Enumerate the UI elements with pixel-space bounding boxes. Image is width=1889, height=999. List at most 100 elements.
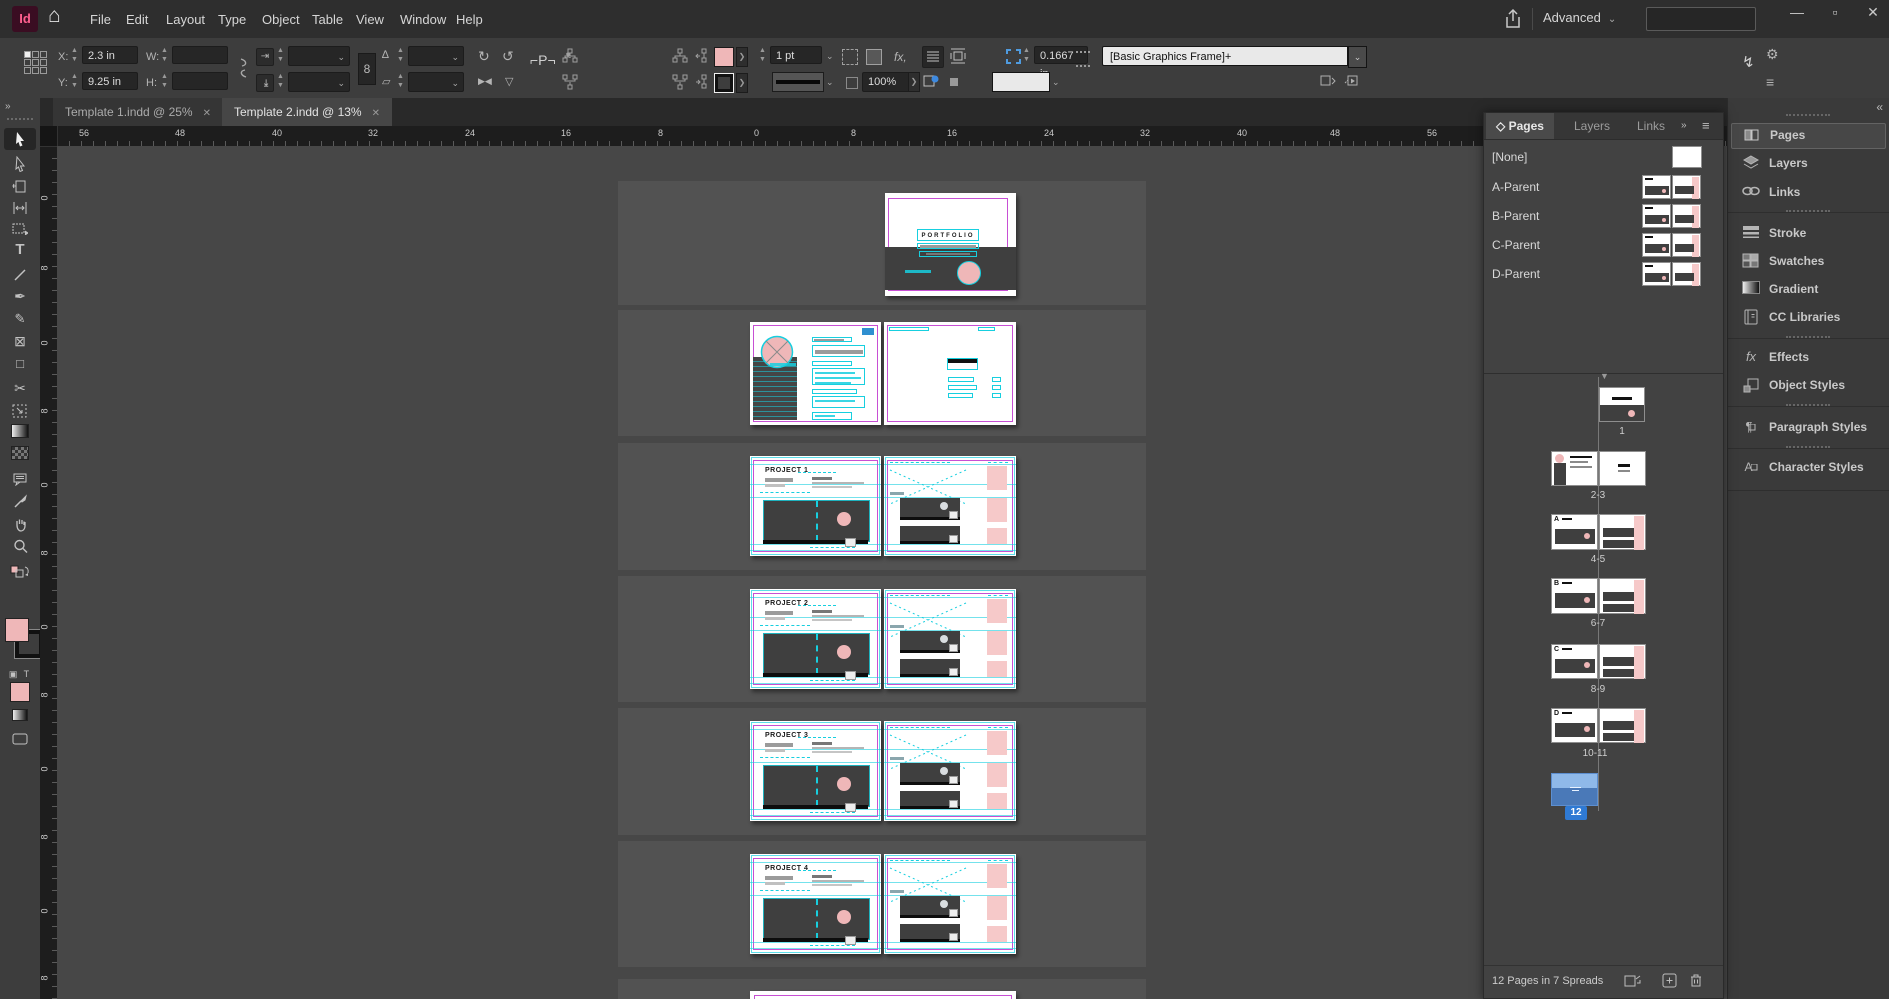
scale-x-dropdown[interactable]: ⌄ bbox=[288, 46, 350, 66]
parent-row-d[interactable]: D-Parent bbox=[1484, 260, 1723, 289]
zoom-tool[interactable] bbox=[4, 535, 36, 555]
pen-tool[interactable]: ✒ bbox=[4, 286, 36, 306]
page-thumb-7[interactable]: B bbox=[1599, 578, 1646, 614]
h-field[interactable] bbox=[172, 72, 228, 90]
opacity-expander[interactable]: ❯ bbox=[908, 72, 920, 92]
x-spinner[interactable]: ▲▼ bbox=[70, 46, 79, 64]
doc-tab-template1[interactable]: Template 1.indd @ 25%✕ bbox=[53, 98, 223, 126]
spread-label-4-5[interactable]: 4-5 bbox=[1550, 554, 1646, 565]
tab-pages[interactable]: ◇ Pages bbox=[1486, 113, 1554, 139]
spread-label-10-11[interactable]: 10-11 bbox=[1547, 748, 1643, 759]
menu-view[interactable]: View bbox=[350, 10, 390, 29]
object-style-chevron[interactable]: ⌄ bbox=[1348, 46, 1367, 68]
hand-tool[interactable] bbox=[4, 513, 36, 533]
panel-collapse-icon[interactable]: » bbox=[1681, 113, 1686, 139]
corner-options-icon[interactable] bbox=[842, 49, 858, 65]
rotate-ccw-icon[interactable]: ↺ bbox=[502, 48, 514, 65]
swatch-preview-chevron[interactable]: ⌄ bbox=[1052, 77, 1060, 88]
rotation-dropdown[interactable]: ⌄ bbox=[408, 46, 464, 66]
type-tool[interactable]: T bbox=[4, 240, 36, 260]
spread-label-6-7[interactable]: 6-7 bbox=[1550, 618, 1646, 629]
h-spinner[interactable]: ▲▼ bbox=[160, 72, 169, 90]
flip-horizontal-icon[interactable]: ▶◀ bbox=[478, 76, 492, 87]
direct-selection-tool[interactable] bbox=[4, 153, 36, 173]
edit-page-size-icon[interactable] bbox=[1624, 973, 1642, 993]
panel-menu-icon[interactable]: ≡ bbox=[1702, 113, 1710, 139]
dock-item-gradient[interactable]: Gradient bbox=[1731, 278, 1884, 302]
free-transform-tool[interactable] bbox=[4, 400, 36, 420]
opacity-dropdown[interactable]: 100% bbox=[862, 72, 913, 92]
align-tree-icon-top[interactable] bbox=[562, 48, 578, 69]
project-right-page[interactable] bbox=[884, 589, 1016, 689]
dock-item-paragraph-styles[interactable]: ¶ Paragraph Styles bbox=[1731, 416, 1884, 440]
w-field[interactable] bbox=[172, 46, 228, 64]
search-input[interactable] bbox=[1646, 7, 1756, 31]
page-thumb-2[interactable] bbox=[1551, 451, 1598, 486]
dotted-grid-icon[interactable] bbox=[1076, 51, 1090, 67]
parent-row-none[interactable]: [None] bbox=[1484, 143, 1723, 172]
fill-frame-icon[interactable] bbox=[1344, 74, 1360, 88]
toolbar-grip[interactable] bbox=[7, 118, 33, 124]
gradient-swatch-tool[interactable] bbox=[4, 423, 36, 443]
parent-row-c[interactable]: C-Parent bbox=[1484, 231, 1723, 260]
toolbar-expand-icon[interactable]: » bbox=[5, 101, 10, 112]
rotate-cw-icon[interactable]: ↻ bbox=[478, 48, 490, 65]
page-thumb-10[interactable]: D bbox=[1551, 708, 1598, 743]
menu-file[interactable]: File bbox=[84, 10, 117, 29]
page-thumb-3[interactable] bbox=[1599, 451, 1646, 486]
document-canvas[interactable]: PORTFOLIO bbox=[57, 146, 1727, 999]
page-thumb-4[interactable]: A bbox=[1551, 514, 1598, 550]
screen-mode-button[interactable] bbox=[4, 728, 36, 748]
spread-label-2-3[interactable]: 2-3 bbox=[1550, 490, 1646, 501]
frame-tool[interactable]: ⊠ bbox=[4, 331, 36, 351]
dock-item-object-styles[interactable]: Object Styles bbox=[1731, 374, 1884, 398]
menu-type[interactable]: Type bbox=[212, 10, 252, 29]
page-thumb-8[interactable]: C bbox=[1551, 644, 1598, 679]
page-3[interactable] bbox=[884, 322, 1016, 425]
fill-stroke-swatches[interactable] bbox=[5, 618, 35, 656]
align-tree-icon-bottom[interactable] bbox=[562, 74, 578, 95]
scissors-tool[interactable]: ✂ bbox=[4, 378, 36, 398]
stroke-weight-chevron[interactable]: ⌄ bbox=[826, 51, 834, 62]
distribute-tree-icon-bottom[interactable] bbox=[672, 74, 688, 95]
auto-fit-icon[interactable] bbox=[1006, 49, 1021, 64]
dock-grip[interactable] bbox=[1786, 114, 1830, 119]
dock-grip[interactable] bbox=[1786, 404, 1830, 409]
w-spinner[interactable]: ▲▼ bbox=[160, 46, 169, 64]
spread-label-8-9[interactable]: 8-9 bbox=[1550, 684, 1646, 695]
menu-help[interactable]: Help bbox=[450, 10, 489, 29]
dock-item-effects[interactable]: fx Effects bbox=[1731, 346, 1884, 370]
redistribute-icon-bottom[interactable] bbox=[694, 74, 712, 95]
page-tool[interactable] bbox=[4, 175, 36, 195]
dock-item-cc-libraries[interactable]: CC Libraries bbox=[1731, 306, 1884, 330]
fill-swatch[interactable] bbox=[5, 618, 29, 642]
menu-edit[interactable]: Edit bbox=[120, 10, 154, 29]
scale-y-spinner[interactable]: ▲▼ bbox=[276, 72, 285, 90]
window-close-button[interactable]: ✕ bbox=[1858, 4, 1888, 21]
effects-fx-icon[interactable]: fx, bbox=[894, 50, 907, 64]
share-icon[interactable] bbox=[1503, 8, 1523, 35]
apply-color-button[interactable] bbox=[10, 682, 30, 702]
project-left-page[interactable]: PROJECT 2 bbox=[750, 589, 881, 689]
object-style-dropdown[interactable]: [Basic Graphics Frame]+ bbox=[1102, 46, 1348, 66]
stroke-type-dropdown[interactable] bbox=[772, 72, 824, 92]
redistribute-icon-top[interactable] bbox=[694, 48, 712, 69]
selection-tool[interactable] bbox=[4, 128, 36, 150]
vertical-ruler[interactable]: 080808080808 bbox=[40, 146, 57, 999]
dock-grip[interactable] bbox=[1786, 446, 1830, 451]
page-thumb-6[interactable]: B bbox=[1551, 578, 1598, 614]
dock-item-character-styles[interactable]: A Character Styles bbox=[1731, 456, 1884, 480]
dock-grip[interactable] bbox=[1786, 336, 1830, 341]
parent-row-b[interactable]: B-Parent bbox=[1484, 202, 1723, 231]
content-collector-tool[interactable] bbox=[4, 217, 36, 237]
dock-item-swatches[interactable]: Swatches bbox=[1731, 250, 1884, 274]
page-thumb-5[interactable]: A bbox=[1599, 514, 1646, 550]
stroke-expander[interactable]: ❯ bbox=[736, 73, 748, 93]
parent-row-a[interactable]: A-Parent bbox=[1484, 173, 1723, 202]
dock-item-links[interactable]: Links bbox=[1731, 181, 1884, 205]
parent-thumb[interactable] bbox=[1672, 146, 1702, 168]
gap-tool[interactable] bbox=[4, 197, 36, 217]
window-minimize-button[interactable]: — bbox=[1782, 4, 1812, 20]
page-thumb-9[interactable]: C bbox=[1599, 644, 1646, 679]
menu-layout[interactable]: Layout bbox=[160, 10, 211, 29]
